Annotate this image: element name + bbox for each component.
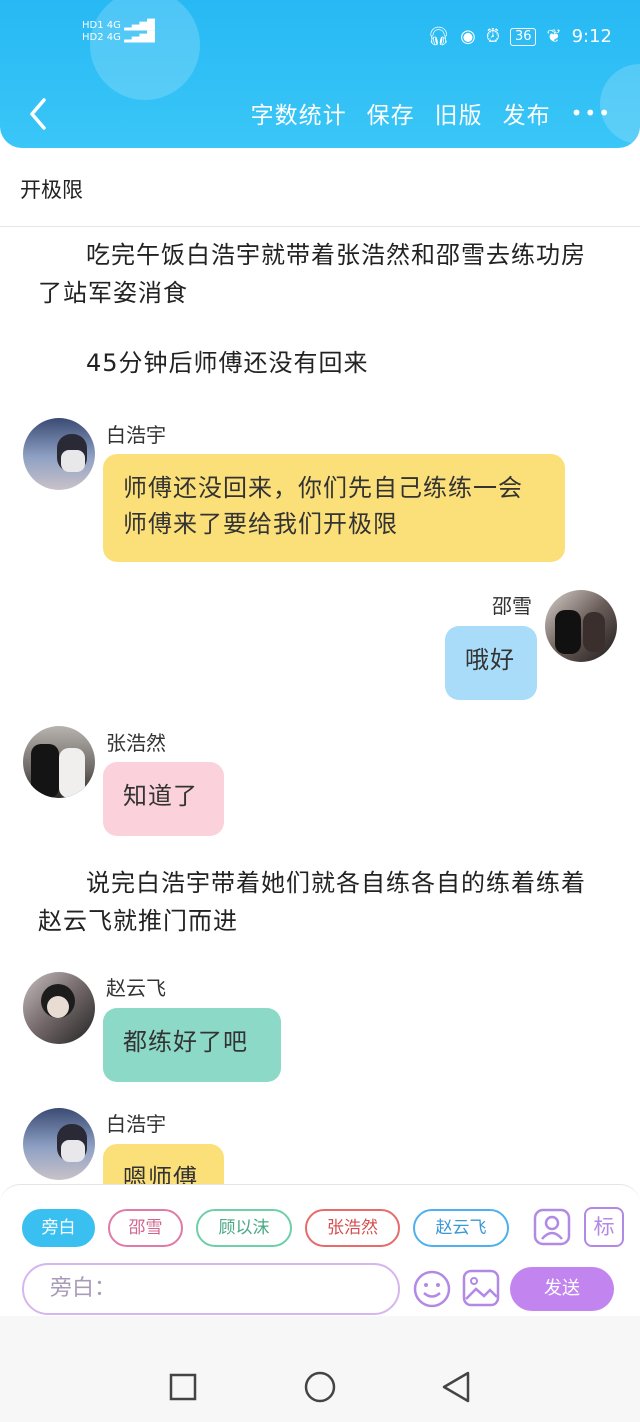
save-button[interactable]: 保存: [367, 96, 415, 130]
old-version-button[interactable]: 旧版: [435, 96, 483, 130]
top-bar: HD1 4G ▂▄▆█ HD2 4G ▂▄▆█ 🎧︎ ◉ ⏰︎ 36 ❦ 9:1…: [0, 0, 640, 148]
system-nav-bar: [0, 1316, 640, 1422]
message-bubble[interactable]: 嗯师傅: [103, 1144, 224, 1184]
signal-indicator: HD1 4G ▂▄▆█ HD2 4G ▂▄▆█: [82, 20, 155, 43]
clock-time: 9:12: [571, 26, 612, 47]
headset-icon: 🎧︎: [427, 26, 451, 47]
speaker-name: 邵雪: [492, 594, 532, 618]
message-bubble[interactable]: 知道了: [103, 762, 224, 836]
avatar[interactable]: [23, 972, 95, 1044]
image-icon[interactable]: [462, 1269, 500, 1307]
avatar[interactable]: [23, 726, 95, 798]
role-chip[interactable]: 顾以沫: [196, 1209, 292, 1247]
back-nav-icon[interactable]: [440, 1370, 472, 1404]
chapter-title-field[interactable]: 开极限: [0, 148, 640, 227]
role-chip[interactable]: 邵雪: [108, 1209, 183, 1247]
narration: 45分钟后师傅还没有回来: [86, 349, 369, 377]
role-chip[interactable]: 赵云飞: [413, 1209, 509, 1247]
message-bubble[interactable]: 师傅还没回来，你们先自己练练一会师傅来了要给我们开极限: [103, 454, 565, 562]
avatar[interactable]: [23, 1108, 95, 1180]
narration: 吃完午饭白浩宇就带着张浩然和邵雪去练功房了站军姿消食: [38, 241, 586, 307]
send-button[interactable]: 发送: [510, 1267, 614, 1311]
message-bubble[interactable]: 都练好了吧: [103, 1008, 281, 1082]
eye-icon: ◉: [460, 26, 476, 47]
add-role-icon[interactable]: [532, 1207, 572, 1247]
avatar[interactable]: [545, 590, 617, 662]
speaker-name: 白浩宇: [106, 423, 166, 447]
speaker-name: 白浩宇: [106, 1112, 166, 1136]
battery-icon: 36: [509, 27, 537, 46]
avatar[interactable]: [23, 418, 95, 490]
speaker-name: 赵云飞: [106, 976, 166, 1000]
message-bubble[interactable]: 哦好: [445, 626, 537, 700]
role-chip-narrator[interactable]: 旁白: [22, 1209, 95, 1247]
publish-button[interactable]: 发布: [503, 96, 551, 130]
tag-icon[interactable]: 标: [584, 1207, 624, 1247]
recents-icon[interactable]: [168, 1372, 198, 1402]
narration: 说完白浩宇带着她们就各自练各自的练着练着赵云飞就推门而进: [38, 869, 586, 935]
status-bar: HD1 4G ▂▄▆█ HD2 4G ▂▄▆█ 🎧︎ ◉ ⏰︎ 36 ❦ 9:1…: [0, 18, 640, 58]
compose-panel: 旁白 邵雪 顾以沫 张浩然 赵云飞 标 旁白： 发送: [0, 1184, 640, 1317]
back-icon[interactable]: [22, 96, 58, 132]
message-input[interactable]: 旁白：: [22, 1263, 400, 1315]
word-count-button[interactable]: 字数统计: [251, 96, 347, 130]
emoji-icon[interactable]: [412, 1269, 452, 1309]
speaker-name: 张浩然: [106, 731, 166, 755]
chapter-title: 开极限: [20, 178, 83, 202]
story-content: 吃完午饭白浩宇就带着张浩然和邵雪去练功房了站军姿消食 45分钟后师傅还没有回来 …: [0, 226, 640, 1184]
role-chip[interactable]: 张浩然: [305, 1209, 400, 1247]
home-icon[interactable]: [303, 1370, 337, 1404]
more-icon[interactable]: •••: [571, 101, 612, 125]
alarm-icon: ⏰︎: [485, 26, 500, 47]
editor-toolbar: 字数统计 保存 旧版 发布 •••: [0, 94, 640, 134]
leaf-icon: ❦: [546, 26, 562, 47]
